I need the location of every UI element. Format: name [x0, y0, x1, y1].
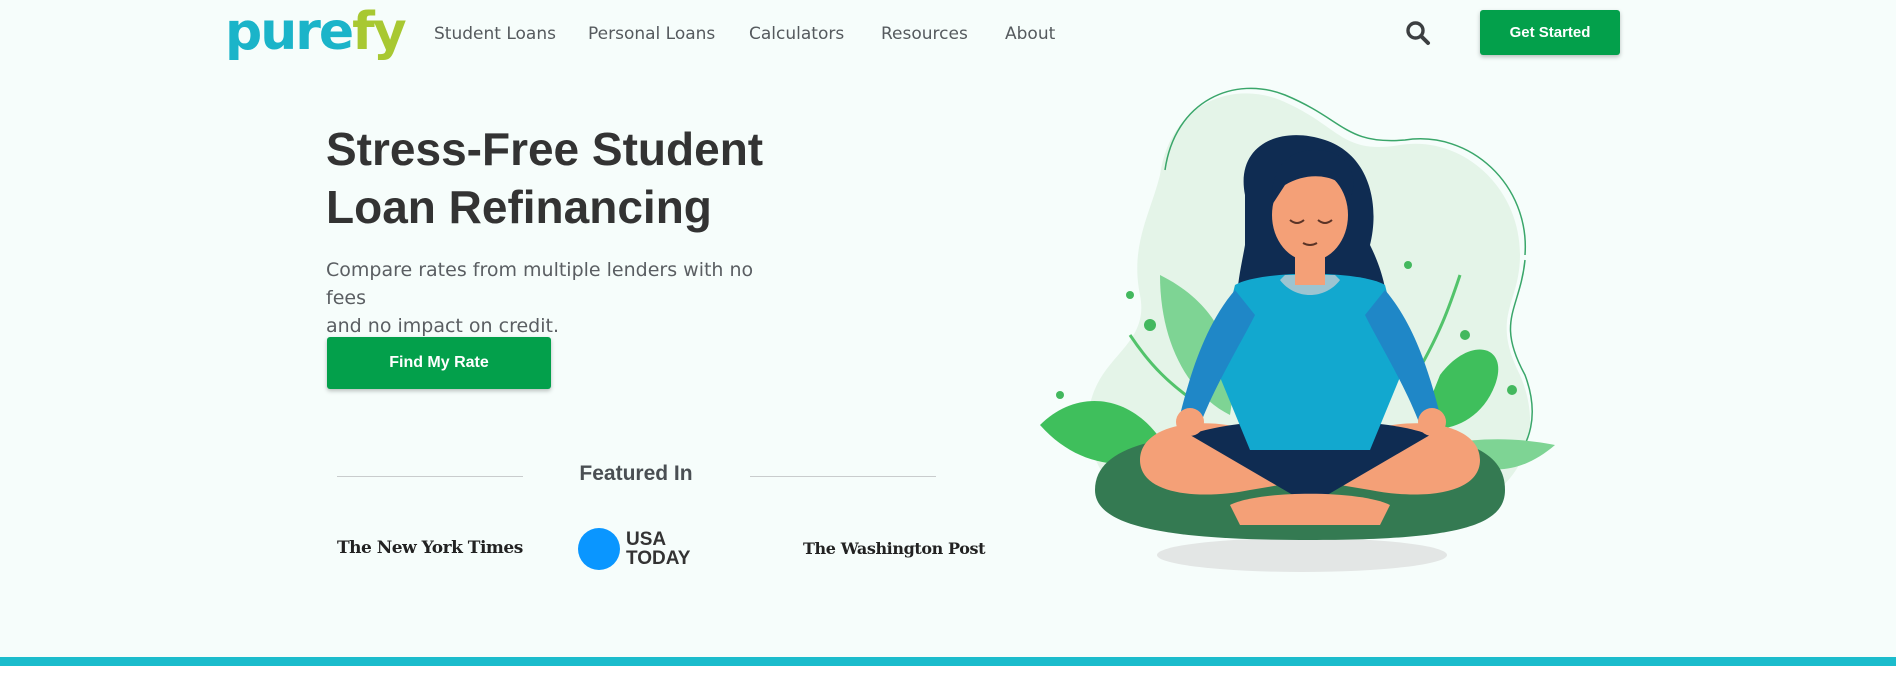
- nav-personal-loans[interactable]: Personal Loans: [588, 24, 715, 44]
- logo-part-2: fy: [352, 2, 407, 62]
- usa-today-text: USA TODAY: [626, 530, 690, 568]
- usa-line-1: USA: [626, 529, 667, 550]
- subtitle-line-2: and no impact on credit.: [326, 315, 559, 337]
- logo-part-1: pure: [225, 2, 354, 62]
- hand-left: [1176, 408, 1204, 436]
- nav-calculators[interactable]: Calculators: [749, 24, 844, 44]
- nav-resources[interactable]: Resources: [881, 24, 968, 44]
- leaf-dot-3: [1056, 391, 1064, 399]
- featured-in-title: Featured In: [579, 462, 693, 485]
- featured-divider-right: [750, 476, 936, 477]
- washington-post-logo: The Washington Post: [803, 539, 986, 558]
- headline-line-2: Loan Refinancing: [326, 181, 712, 233]
- bottom-stripe: [0, 657, 1896, 666]
- hero-section: [0, 0, 1896, 657]
- usa-line-2: TODAY: [626, 548, 691, 569]
- hero-headline: Stress-Free Student Loan Refinancing: [326, 120, 846, 236]
- subtitle-line-1: Compare rates from multiple lenders with…: [326, 259, 754, 309]
- headline-line-1: Stress-Free Student: [326, 123, 764, 175]
- hand-right: [1418, 408, 1446, 436]
- leaf-dot-6: [1404, 261, 1412, 269]
- leaf-dot-4: [1460, 330, 1470, 340]
- meditation-illustration: [1040, 87, 1555, 572]
- ground-shadow: [1157, 538, 1447, 572]
- feet: [1230, 493, 1390, 525]
- featured-divider-left: [337, 476, 523, 477]
- usa-today-dot: [578, 528, 620, 570]
- find-my-rate-button[interactable]: Find My Rate: [327, 337, 551, 389]
- nav-student-loans[interactable]: Student Loans: [434, 24, 556, 44]
- nav-about[interactable]: About: [1005, 24, 1055, 44]
- hero-subtitle: Compare rates from multiple lenders with…: [326, 256, 786, 340]
- purefy-logo[interactable]: purefy: [225, 2, 407, 62]
- nyt-logo: The New York Times: [337, 538, 523, 558]
- search-icon[interactable]: [1405, 20, 1431, 46]
- leaf-dot-5: [1507, 385, 1517, 395]
- leaf-dot-1: [1144, 319, 1156, 331]
- torso: [1215, 273, 1405, 450]
- get-started-button[interactable]: Get Started: [1480, 10, 1620, 55]
- leaf-dot-2: [1126, 291, 1134, 299]
- usa-today-logo: USA TODAY: [578, 528, 690, 570]
